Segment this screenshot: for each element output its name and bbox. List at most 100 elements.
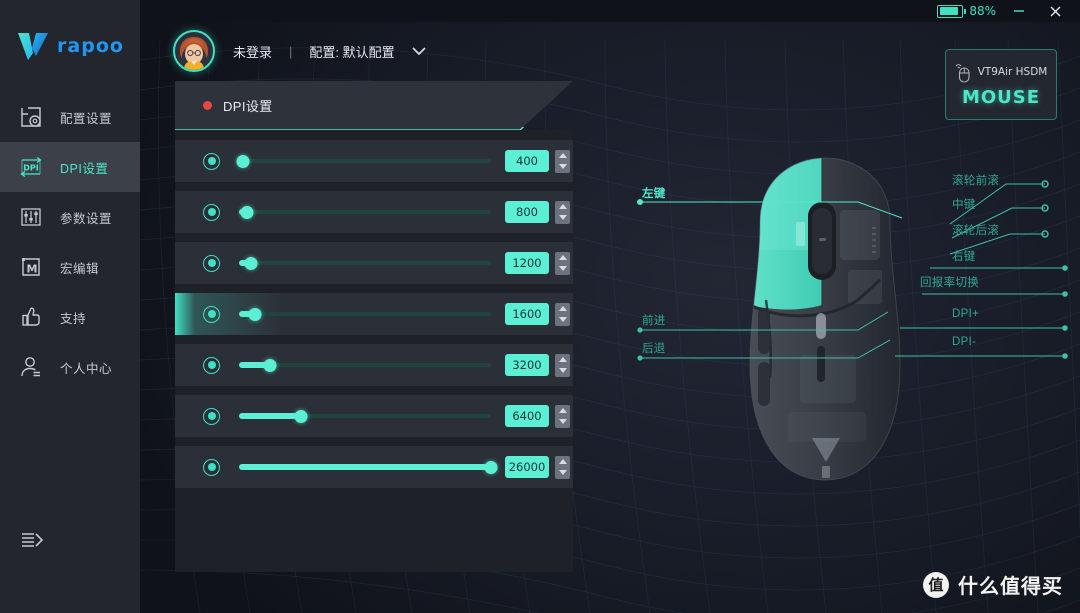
watermark-logo-icon: 值 (923, 571, 949, 598)
stepper-up-icon (558, 356, 567, 362)
minimize-button[interactable] (1006, 1, 1032, 21)
watermark: 值 什么值得买 (923, 570, 1063, 599)
dpi-stage-radio[interactable] (203, 458, 220, 476)
sidebar-item-dpi-settings[interactable]: DPI DPI设置 (0, 142, 140, 192)
dpi-stepper[interactable] (555, 455, 570, 479)
dpi-value-input[interactable]: 1600 (505, 303, 549, 325)
stepper-down-icon (558, 215, 567, 221)
battery-percent: 88% (969, 4, 996, 18)
login-status[interactable]: 未登录 (233, 42, 272, 61)
dpi-stepper[interactable] (555, 302, 570, 326)
header-separator: | (289, 43, 293, 59)
sidebar-item-label: DPI设置 (60, 161, 109, 176)
dpi-row-list: 400 800 1200 1600 3200 6400 26000 (175, 130, 573, 572)
dpi-slider[interactable] (239, 306, 491, 322)
stepper-down-icon (558, 317, 567, 323)
profile-settings-icon (18, 104, 44, 130)
title-bar: 88% (140, 0, 1080, 22)
rapoo-v-logo-icon (18, 33, 49, 60)
battery-icon (937, 4, 967, 18)
battery-indicator: 88% (937, 4, 996, 18)
sidebar-item-label: 支持 (60, 311, 87, 326)
panel-header: DPI设置 (175, 81, 573, 130)
dpi-stepper[interactable] (555, 200, 570, 224)
close-button[interactable] (1042, 1, 1068, 21)
dpi-row[interactable]: 6400 (175, 395, 573, 437)
svg-text:M: M (27, 263, 38, 276)
stepper-down-icon (558, 164, 567, 170)
watermark-text: 什么值得买 (958, 576, 1063, 598)
user-avatar-icon (177, 36, 211, 70)
stepper-up-icon (558, 458, 567, 464)
profile-selector-label[interactable]: 配置: 默认配置 (309, 42, 394, 61)
stepper-down-icon (558, 470, 567, 476)
dpi-stage-radio[interactable] (203, 203, 220, 221)
dpi-row[interactable]: 26000 (175, 446, 573, 488)
sliders-icon (18, 204, 44, 230)
dpi-row[interactable]: 3200 (175, 344, 573, 386)
minimize-icon (1014, 10, 1024, 12)
dpi-value-input[interactable]: 26000 (505, 456, 549, 478)
dpi-stage-radio[interactable] (203, 407, 220, 425)
stepper-down-icon (558, 368, 567, 374)
dpi-slider[interactable] (239, 459, 498, 475)
stepper-down-icon (558, 419, 567, 425)
svg-text:DPI: DPI (23, 164, 39, 173)
dpi-slider[interactable] (239, 255, 491, 271)
close-icon (1049, 5, 1061, 17)
dpi-stage-radio[interactable] (203, 254, 220, 272)
stepper-up-icon (558, 203, 567, 209)
stepper-up-icon (558, 254, 567, 260)
avatar[interactable] (173, 30, 215, 72)
dpi-value-input[interactable]: 400 (505, 150, 549, 172)
sidebar-item-label: 参数设置 (60, 211, 113, 226)
thumbs-up-icon (18, 304, 44, 330)
dpi-stage-radio[interactable] (203, 356, 220, 374)
sidebar-item-label: 个人中心 (60, 361, 113, 376)
dpi-row[interactable]: 1600 (175, 293, 573, 335)
dpi-value-input[interactable]: 1200 (505, 252, 549, 274)
brand-logo: rapoo (0, 22, 140, 70)
chevron-down-icon (412, 47, 426, 56)
stepper-down-icon (558, 266, 567, 272)
dpi-value-input[interactable]: 6400 (505, 405, 549, 427)
stepper-up-icon (558, 152, 567, 158)
collapse-sidebar-icon (22, 533, 44, 547)
brand-name: rapoo (57, 35, 124, 57)
dpi-value-input[interactable]: 3200 (505, 354, 549, 376)
sidebar-item-profile-settings[interactable]: 配置设置 (0, 92, 140, 142)
dpi-stepper[interactable] (555, 404, 570, 428)
dpi-icon: DPI (18, 154, 44, 180)
sidebar-item-label: 配置设置 (60, 111, 113, 126)
dpi-settings-panel: DPI设置 400 800 1200 1600 3200 6400 26000 (175, 81, 573, 572)
sidebar: rapoo 配置设置 DPI DPI设置 参数设置 M 宏编辑 支持 个人中心 (0, 0, 140, 613)
status-dot-icon (203, 101, 212, 110)
sidebar-item-support[interactable]: 支持 (0, 292, 140, 342)
dpi-stepper[interactable] (555, 353, 570, 377)
dpi-slider[interactable] (236, 153, 491, 169)
sidebar-item-user-center[interactable]: 个人中心 (0, 342, 140, 392)
dpi-slider[interactable] (239, 408, 491, 424)
dpi-stage-radio[interactable] (203, 152, 220, 170)
profile-dropdown-button[interactable] (411, 46, 427, 56)
macro-m-icon: M (18, 254, 44, 280)
dpi-stepper[interactable] (555, 149, 570, 173)
dpi-slider[interactable] (239, 357, 491, 373)
app-header: 未登录 | 配置: 默认配置 (140, 22, 1080, 80)
dpi-row[interactable]: 800 (175, 191, 573, 233)
stepper-up-icon (558, 305, 567, 311)
panel-title: DPI设置 (223, 99, 273, 114)
dpi-stepper[interactable] (555, 251, 570, 275)
stepper-up-icon (558, 407, 567, 413)
dpi-value-input[interactable]: 800 (505, 201, 549, 223)
user-account-icon (18, 354, 44, 380)
collapse-sidebar-button[interactable] (20, 528, 48, 552)
device-type: MOUSE (961, 87, 1041, 108)
dpi-row[interactable]: 1200 (175, 242, 573, 284)
dpi-row[interactable]: 400 (175, 140, 573, 182)
sidebar-item-label: 宏编辑 (60, 261, 100, 276)
dpi-stage-radio[interactable] (203, 305, 220, 323)
dpi-slider[interactable] (239, 204, 491, 220)
sidebar-item-parameter-settings[interactable]: 参数设置 (0, 192, 140, 242)
sidebar-item-macro-editor[interactable]: M 宏编辑 (0, 242, 140, 292)
